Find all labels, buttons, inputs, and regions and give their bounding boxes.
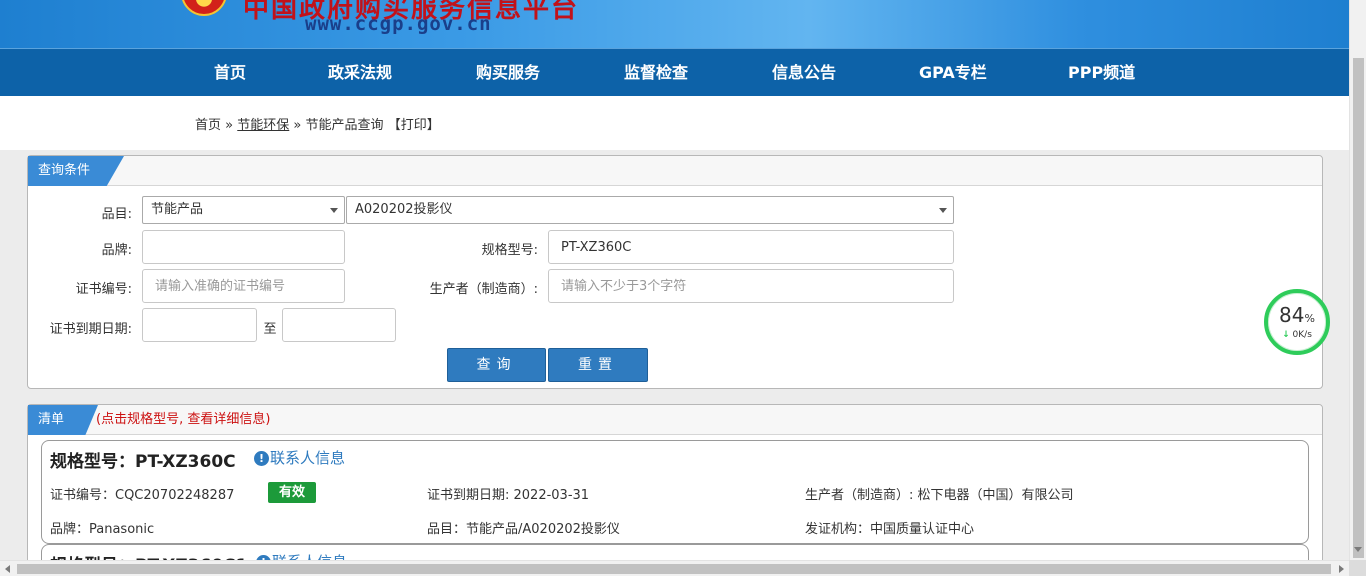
- nav-item-supervision[interactable]: 监督检查: [624, 49, 688, 97]
- expiry-end-input[interactable]: [282, 308, 396, 342]
- nav-item-home[interactable]: 首页: [214, 49, 246, 97]
- national-emblem-icon: [181, 0, 227, 16]
- category-select[interactable]: 节能产品: [142, 196, 345, 224]
- results-panel-header: 清单 (点击规格型号, 查看详细信息): [28, 405, 1322, 435]
- nav-item-ppp[interactable]: PPP频道: [1068, 49, 1135, 97]
- brand-value: 品牌：Panasonic: [50, 522, 155, 537]
- manufacturer-value: 生产者（制造商）: 松下电器（中国）有限公司: [805, 488, 1074, 503]
- subcategory-select[interactable]: A020202投影仪: [346, 196, 954, 224]
- speed-rate-value: 0K/s: [1292, 330, 1312, 340]
- breadcrumb: 首页 » 节能环保 » 节能产品查询 【打印】: [195, 114, 440, 133]
- cert-no-input[interactable]: [142, 269, 345, 303]
- category-label: 品目:: [101, 207, 132, 222]
- arrow-down-icon: ↓: [1282, 330, 1290, 340]
- breadcrumb-home[interactable]: 首页: [195, 118, 221, 133]
- expiry-start-input[interactable]: [142, 308, 257, 342]
- contact-info-label: 联系人信息: [270, 449, 346, 467]
- results-panel-title: 清单: [28, 405, 98, 435]
- model-label: 规格型号:: [481, 243, 538, 258]
- nav-item-regulations[interactable]: 政采法规: [328, 49, 392, 97]
- category-value: 品目：节能产品/A020202投影仪: [427, 522, 620, 537]
- horizontal-scroll-thumb[interactable]: [17, 564, 1331, 574]
- nav-item-announcements[interactable]: 信息公告: [772, 49, 836, 97]
- model-input[interactable]: [548, 230, 954, 264]
- results-hint: (点击规格型号, 查看详细信息): [96, 412, 271, 427]
- expiry-value: 证书到期日期: 2022-03-31: [427, 488, 590, 503]
- brand-input[interactable]: [142, 230, 345, 264]
- manufacturer-label: 生产者（制造商）:: [429, 282, 538, 297]
- query-panel-title: 查询条件: [28, 156, 124, 186]
- issuer-value: 发证机构：中国质量认证中心: [805, 522, 975, 537]
- speed-percent: 84%: [1268, 303, 1326, 327]
- subcategory-select-value: A020202投影仪: [355, 202, 453, 217]
- vertical-scroll-thumb[interactable]: [1353, 58, 1364, 558]
- result-model-link[interactable]: 规格型号：PT-XZ360C: [50, 447, 236, 472]
- scroll-down-arrow-icon[interactable]: [1354, 547, 1362, 552]
- info-circle-icon: !: [254, 451, 269, 466]
- cert-no-label: 证书编号:: [75, 282, 132, 297]
- category-select-value: 节能产品: [151, 202, 204, 217]
- status-badge: 有效: [268, 482, 316, 503]
- manufacturer-input[interactable]: [548, 269, 954, 303]
- breadcrumb-current: 节能产品查询: [305, 118, 384, 133]
- brand-label: 品牌:: [101, 243, 132, 258]
- horizontal-scrollbar[interactable]: [0, 560, 1349, 576]
- print-link[interactable]: 【打印】: [388, 118, 440, 133]
- nav-item-purchase-services[interactable]: 购买服务: [476, 49, 540, 97]
- breadcrumb-separator: »: [225, 118, 234, 133]
- expiry-label: 证书到期日期:: [49, 322, 132, 337]
- reset-button[interactable]: 重置: [548, 348, 648, 382]
- contact-info-link[interactable]: !联系人信息: [254, 447, 345, 468]
- nav-item-gpa[interactable]: GPA专栏: [919, 49, 987, 97]
- scroll-left-arrow-icon[interactable]: [5, 565, 10, 573]
- scrollbar-corner: [1349, 560, 1366, 576]
- network-speed-widget[interactable]: 84% ↓ 0K/s: [1264, 289, 1330, 355]
- site-url[interactable]: www.ccgp.gov.cn: [305, 13, 492, 35]
- speed-percent-value: 84: [1279, 303, 1305, 327]
- search-button[interactable]: 查询: [447, 348, 546, 382]
- main-nav: 首页 政采法规 购买服务 监督检查 信息公告 GPA专栏 PPP频道: [0, 48, 1349, 96]
- result-card: 规格型号：PT-XZ360C ! 联系人信息 证书编号：CQC2070224828…: [41, 440, 1309, 544]
- breadcrumb-separator: »: [293, 118, 302, 133]
- site-banner: 中国政府购买服务信息平台 www.ccgp.gov.cn: [0, 0, 1349, 48]
- speed-percent-unit: %: [1304, 312, 1315, 325]
- speed-rate: ↓ 0K/s: [1268, 330, 1326, 340]
- scroll-right-arrow-icon[interactable]: [1339, 565, 1344, 573]
- query-panel-header: 查询条件: [28, 156, 1322, 186]
- cert-no-value: 证书编号：CQC20702248287: [50, 488, 235, 503]
- chevron-down-icon: [939, 208, 947, 213]
- breadcrumb-category-link[interactable]: 节能环保: [237, 118, 289, 133]
- breadcrumb-bar: 首页 » 节能环保 » 节能产品查询 【打印】: [0, 96, 1349, 150]
- chevron-down-icon: [330, 208, 338, 213]
- expiry-to-label: 至: [263, 322, 277, 337]
- vertical-scrollbar[interactable]: [1349, 0, 1366, 576]
